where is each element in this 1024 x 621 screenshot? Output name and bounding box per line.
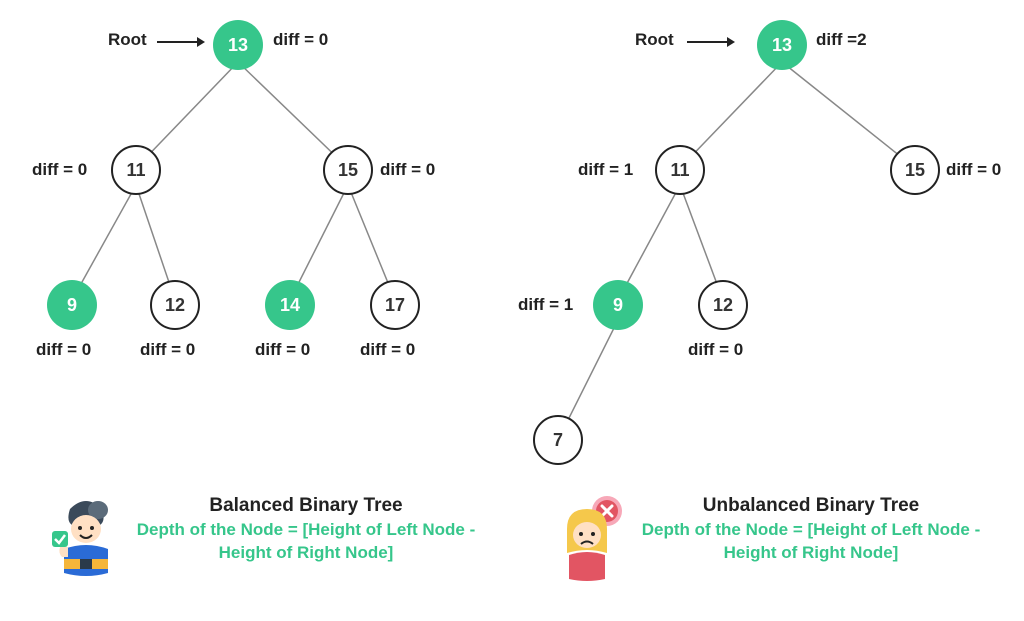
node-left-11: 11 — [111, 145, 161, 195]
diff-left-14: diff = 0 — [255, 340, 310, 360]
root-label-left: Root — [108, 30, 147, 50]
diff-right-13: diff =2 — [816, 30, 867, 50]
node-left-13: 13 — [213, 20, 263, 70]
root-label-right: Root — [635, 30, 674, 50]
diff-right-12: diff = 0 — [688, 340, 743, 360]
boy-thumbs-up-icon — [50, 495, 122, 585]
node-right-12: 12 — [698, 280, 748, 330]
node-right-11: 11 — [655, 145, 705, 195]
diff-right-15: diff = 0 — [946, 160, 1001, 180]
diff-left-13: diff = 0 — [273, 30, 328, 50]
caption-left: Balanced Binary Tree Depth of the Node =… — [50, 495, 476, 585]
node-right-15: 15 — [890, 145, 940, 195]
node-right-7: 7 — [533, 415, 583, 465]
diff-left-9: diff = 0 — [36, 340, 91, 360]
diff-right-11: diff = 1 — [578, 160, 633, 180]
caption-sub-right: Depth of the Node = [Height of Left Node… — [641, 519, 981, 565]
diff-left-12: diff = 0 — [140, 340, 195, 360]
node-right-13: 13 — [757, 20, 807, 70]
diff-left-17: diff = 0 — [360, 340, 415, 360]
caption-sub-left: Depth of the Node = [Height of Left Node… — [136, 519, 476, 565]
diff-left-11: diff = 0 — [32, 160, 87, 180]
diff-left-15: diff = 0 — [380, 160, 435, 180]
node-left-17: 17 — [370, 280, 420, 330]
node-left-9: 9 — [47, 280, 97, 330]
node-left-15: 15 — [323, 145, 373, 195]
node-left-14: 14 — [265, 280, 315, 330]
diff-right-9: diff = 1 — [518, 295, 573, 315]
node-right-9: 9 — [593, 280, 643, 330]
node-left-12: 12 — [150, 280, 200, 330]
